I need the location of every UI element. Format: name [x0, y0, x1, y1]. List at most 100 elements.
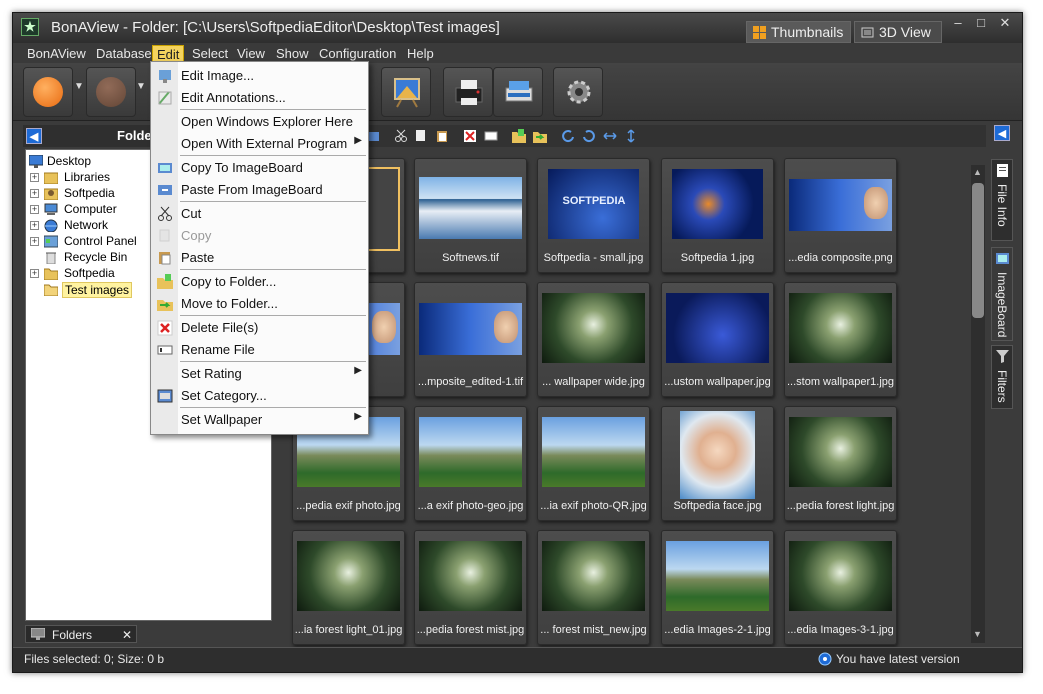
close-button[interactable]: ✕: [995, 15, 1015, 33]
flip-vertical-icon[interactable]: [624, 129, 638, 143]
menu-item-copy[interactable]: Copy: [151, 225, 368, 247]
expand-icon[interactable]: +: [30, 237, 39, 246]
thumbnail-caption: Softpedia - small.jpg: [543, 252, 644, 264]
edit-menu-dropdown: Edit Image... Edit Annotations... Open Win…: [150, 61, 369, 435]
back-button[interactable]: [23, 67, 73, 117]
thumbnail-item[interactable]: ... wallpaper wide.jpg: [537, 282, 650, 397]
move-to-folder-icon[interactable]: [533, 129, 547, 143]
vertical-scrollbar[interactable]: ▲ ▼: [971, 165, 985, 643]
menu-bonaview[interactable]: BonAView: [23, 45, 90, 63]
delete-icon[interactable]: [463, 129, 477, 143]
submenu-arrow-icon: ▶: [354, 365, 362, 376]
rotate-right-icon[interactable]: [582, 129, 596, 143]
menu-item-edit-image[interactable]: Edit Image...: [151, 65, 368, 87]
thumbnail-item[interactable]: SOFTPEDIA Softpedia - small.jpg: [537, 158, 650, 273]
forward-arrow-icon: [96, 77, 126, 107]
menu-item-label: Copy To ImageBoard: [181, 160, 303, 175]
scan-button[interactable]: [493, 67, 543, 117]
expand-icon[interactable]: +: [30, 189, 39, 198]
menu-separator: [180, 269, 366, 270]
copy-to-folder-icon[interactable]: [512, 129, 526, 143]
menu-item-move-to-folder[interactable]: Move to Folder...: [151, 293, 368, 315]
forward-button[interactable]: [86, 67, 136, 117]
collapse-left-button[interactable]: ◀: [26, 128, 42, 144]
expand-icon[interactable]: +: [30, 173, 39, 182]
back-arrow-icon: [33, 77, 63, 107]
expand-icon[interactable]: +: [30, 221, 39, 230]
edit-image-toolbar-button[interactable]: [381, 67, 431, 117]
minimize-button[interactable]: –: [948, 15, 968, 33]
thumbnail-item[interactable]: ...edia Images-3-1.jpg: [784, 530, 897, 645]
menu-separator: [180, 109, 366, 110]
menu-database[interactable]: Database: [92, 45, 156, 63]
menu-item-set-rating[interactable]: Set Rating ▶: [151, 363, 368, 385]
thumbnail-item[interactable]: ...ustom wallpaper.jpg: [661, 282, 774, 397]
menu-item-paste[interactable]: Paste: [151, 247, 368, 269]
menu-item-edit-annotations[interactable]: Edit Annotations...: [151, 87, 368, 109]
folder-icon: [44, 268, 58, 280]
menu-help[interactable]: Help: [403, 45, 438, 63]
thumbnail-caption: ...ia forest light_01.jpg: [294, 624, 403, 636]
back-dropdown-button[interactable]: ▼: [73, 81, 85, 92]
expand-icon[interactable]: +: [30, 205, 39, 214]
menu-item-set-wallpaper[interactable]: Set Wallpaper ▶: [151, 409, 368, 431]
easel-icon: [394, 78, 420, 108]
menu-item-delete-file-s[interactable]: Delete File(s): [151, 317, 368, 339]
thumbnail-item[interactable]: ...ia forest light_01.jpg: [292, 530, 405, 645]
thumbnail-item[interactable]: ...pedia forest light.jpg: [784, 406, 897, 521]
menu-item-open-windows-explorer-here[interactable]: Open Windows Explorer Here: [151, 111, 368, 133]
rotate-left-icon[interactable]: [561, 129, 575, 143]
menu-item-rename-file[interactable]: Rename File: [151, 339, 368, 361]
rename-icon[interactable]: [484, 129, 498, 143]
thumbnail-image: [419, 169, 522, 239]
copy-icon[interactable]: [414, 129, 428, 143]
menu-item-cut[interactable]: Cut: [151, 203, 368, 225]
menu-item-copy-to-imageboard[interactable]: Copy To ImageBoard: [151, 157, 368, 179]
print-button[interactable]: [443, 67, 493, 117]
thumbnail-item[interactable]: ...stom wallpaper1.jpg: [784, 282, 897, 397]
menu-item-open-with-external-program[interactable]: Open With External Program ▶: [151, 133, 368, 155]
tab-filters-label: Filters: [995, 370, 1009, 403]
tab-3d-view[interactable]: 3D View: [854, 21, 942, 43]
thumbnail-image: [789, 293, 892, 363]
app-logo-icon: ★: [21, 18, 39, 36]
menu-item-copy-to-folder[interactable]: Copy to Folder...: [151, 271, 368, 293]
collapse-right-button[interactable]: ◀: [994, 125, 1010, 141]
thumbnail-caption: ...pedia forest light.jpg: [786, 500, 895, 512]
folders-tab[interactable]: Folders ✕: [25, 625, 137, 643]
settings-button[interactable]: [553, 67, 603, 117]
tree-label-network: Network: [64, 218, 109, 232]
monitor-icon: [31, 628, 45, 640]
menu-item-set-category[interactable]: Set Category...: [151, 385, 368, 407]
flip-horizontal-icon[interactable]: [603, 129, 617, 143]
tab-filters[interactable]: Filters: [991, 345, 1013, 409]
folder-open-icon: [44, 284, 58, 296]
folders-tab-close-button[interactable]: ✕: [122, 628, 132, 642]
paste-icon[interactable]: [435, 129, 449, 143]
thumbnail-item[interactable]: ...pedia forest mist.jpg: [414, 530, 527, 645]
thumbnail-item[interactable]: ...edia composite.png: [784, 158, 897, 273]
maximize-button[interactable]: □: [971, 15, 991, 33]
scroll-down-icon[interactable]: ▼: [973, 629, 982, 639]
expand-icon[interactable]: +: [30, 269, 39, 278]
scissors-icon[interactable]: [394, 129, 408, 143]
thumbnail-item[interactable]: ... forest mist_new.jpg: [537, 530, 650, 645]
thumbnail-item[interactable]: Softnews.tif: [414, 158, 527, 273]
recycle-bin-icon: [46, 252, 56, 264]
menu-item-label: Paste: [181, 250, 215, 265]
thumbnail-item[interactable]: ...ia exif photo-QR.jpg: [537, 406, 650, 521]
menu-item-paste-from-imageboard[interactable]: Paste From ImageBoard: [151, 179, 368, 201]
thumbnail-item[interactable]: ...mposite_edited-1.tif: [414, 282, 527, 397]
tab-imageboard[interactable]: ImageBoard: [991, 247, 1013, 341]
thumbnail-item[interactable]: ...a exif photo-geo.jpg: [414, 406, 527, 521]
tab-file-info[interactable]: File Info: [991, 159, 1013, 241]
scrollbar-thumb[interactable]: [972, 183, 984, 318]
forward-dropdown-button[interactable]: ▼: [135, 81, 147, 92]
thumbnail-item[interactable]: ...edia Images-2-1.jpg: [661, 530, 774, 645]
thumbnail-image: [789, 541, 892, 611]
tab-thumbnails[interactable]: Thumbnails: [746, 21, 851, 43]
scroll-up-icon[interactable]: ▲: [973, 167, 982, 177]
thumbnail-item[interactable]: Softpedia 1.jpg: [661, 158, 774, 273]
thumbnail-item[interactable]: Softpedia face.jpg: [661, 406, 774, 521]
menu-item-label: Edit Image...: [181, 68, 254, 83]
